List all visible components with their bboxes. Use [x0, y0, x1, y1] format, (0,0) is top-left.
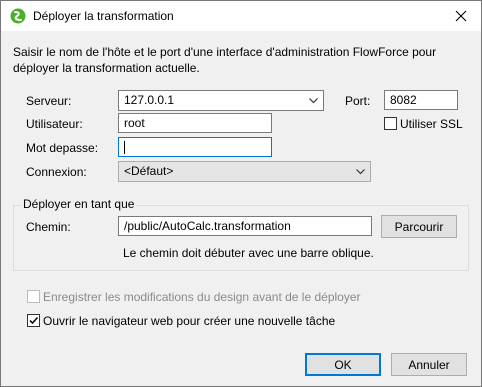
checkmark-icon — [29, 316, 39, 325]
port-field[interactable]: 8082 — [384, 90, 458, 110]
path-label: Chemin: — [26, 220, 71, 234]
password-field[interactable] — [118, 137, 272, 157]
use-ssl-checkbox[interactable] — [384, 117, 397, 130]
use-ssl-label: Utiliser SSL — [400, 117, 463, 131]
server-combobox[interactable]: 127.0.0.1 — [118, 90, 324, 111]
window-title: Déployer la transformation — [33, 9, 174, 23]
connection-combobox[interactable]: <Défaut> — [118, 161, 371, 182]
browse-button-label: Parcourir — [394, 219, 444, 234]
close-icon — [455, 10, 467, 22]
user-field[interactable]: root — [118, 113, 272, 133]
password-label: Mot depasse: — [26, 141, 99, 155]
text-caret — [124, 141, 125, 155]
path-value: /public/AutoCalc.transformation — [124, 219, 291, 233]
description-text: Saisir le nom de l'hôte et le port d'une… — [13, 45, 437, 75]
browse-button[interactable]: Parcourir — [381, 215, 457, 238]
server-value: 127.0.0.1 — [124, 93, 175, 107]
chevron-down-icon — [309, 98, 318, 104]
path-hint-text: Le chemin doit débuter avec une barre ob… — [123, 246, 374, 260]
save-design-label: Enregistrer les modifications du design … — [43, 290, 361, 304]
ok-button[interactable]: OK — [305, 353, 381, 376]
connection-label: Connexion: — [26, 165, 87, 179]
connection-value: <Défaut> — [124, 164, 174, 178]
open-browser-label: Ouvrir le navigateur web pour créer une … — [43, 314, 336, 328]
open-browser-checkbox[interactable] — [27, 314, 40, 327]
flowforce-app-icon — [10, 8, 26, 24]
chevron-down-icon — [356, 169, 365, 175]
save-design-checkbox[interactable] — [27, 290, 40, 303]
title-bar: Déployer la transformation — [1, 1, 481, 31]
close-button[interactable] — [447, 4, 475, 28]
port-value: 8082 — [390, 93, 417, 107]
port-label: Port: — [345, 94, 371, 108]
deploy-dialog: Déployer la transformation Saisir le nom… — [0, 0, 482, 387]
user-label: Utilisateur: — [26, 117, 83, 131]
ok-button-label: OK — [334, 357, 352, 372]
deploy-as-group-title: Déployer en tant que — [21, 197, 137, 211]
path-field[interactable]: /public/AutoCalc.transformation — [118, 216, 372, 236]
cancel-button-label: Annuler — [408, 357, 450, 372]
server-label: Serveur: — [26, 94, 72, 108]
user-value: root — [124, 116, 145, 130]
cancel-button[interactable]: Annuler — [391, 353, 467, 376]
